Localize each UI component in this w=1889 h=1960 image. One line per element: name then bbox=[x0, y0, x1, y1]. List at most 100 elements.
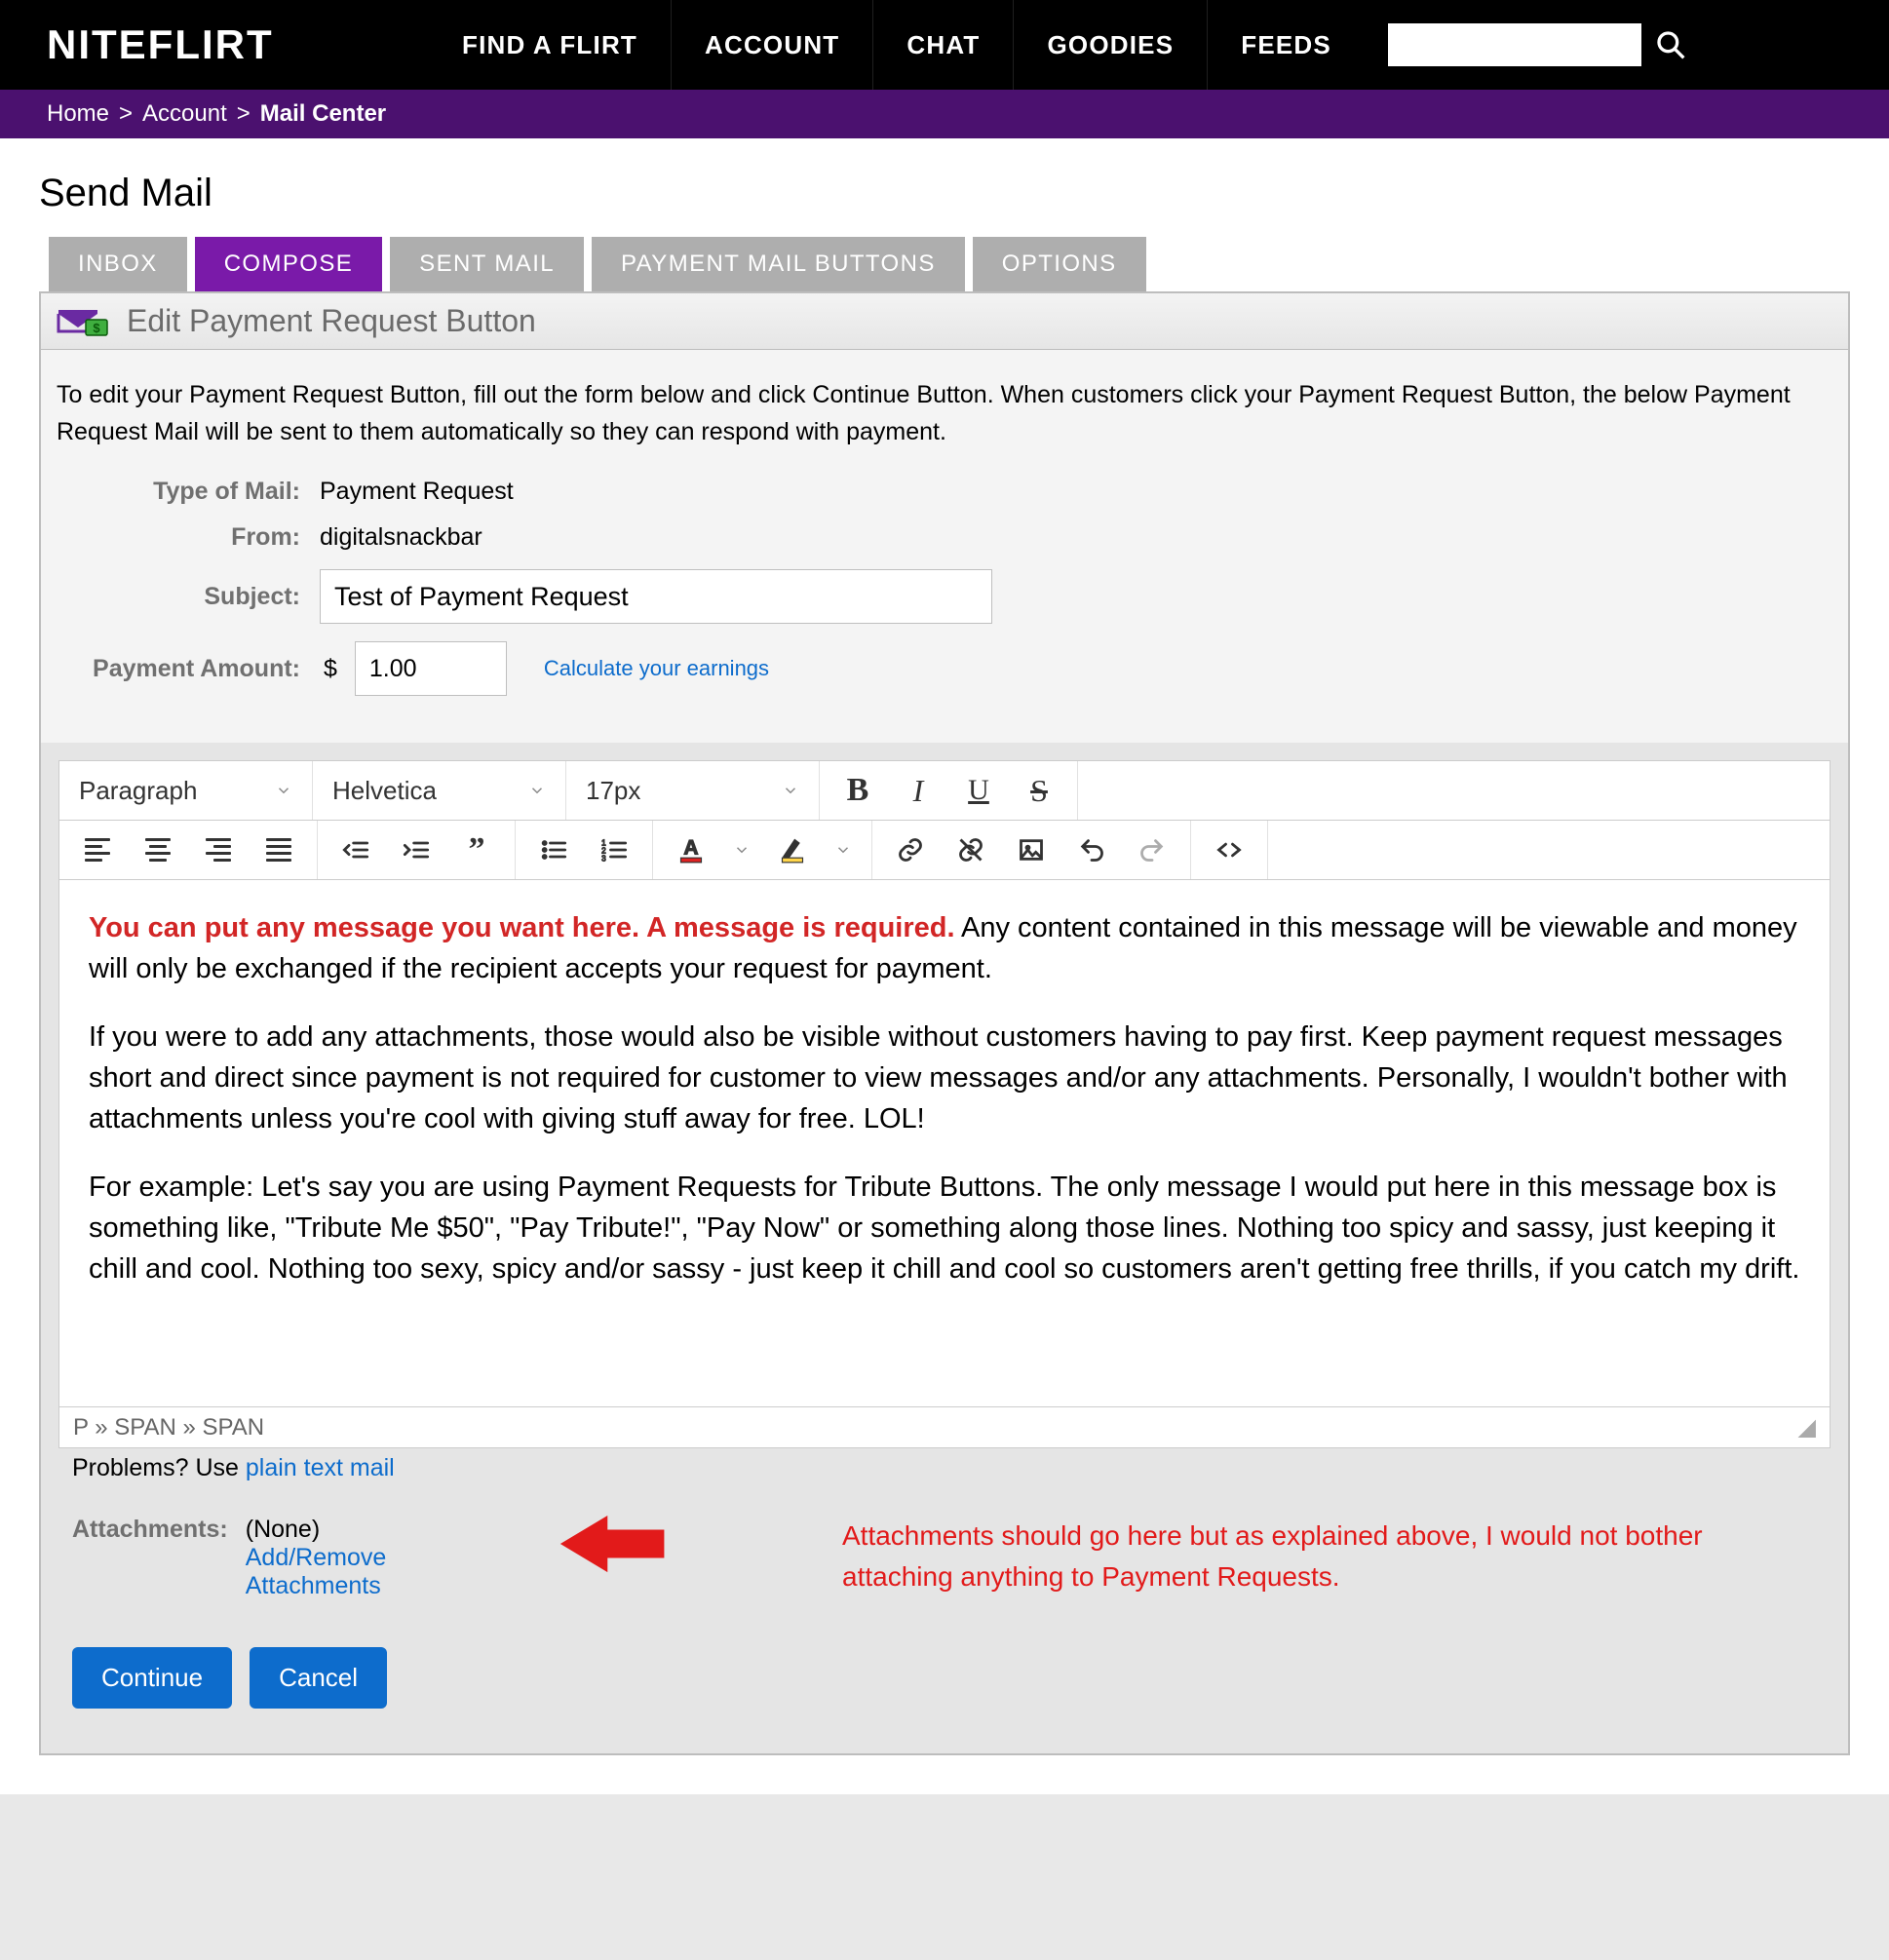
indent-button[interactable] bbox=[398, 831, 435, 868]
label-type: Type of Mail: bbox=[57, 478, 320, 506]
blockquote-button[interactable]: ” bbox=[458, 831, 495, 868]
crumb-sep: > bbox=[237, 100, 251, 128]
toolbar-row-2: ” 123 A bbox=[59, 821, 1830, 880]
row-subject: Subject: bbox=[57, 569, 1832, 624]
indent-group: ” bbox=[318, 821, 516, 879]
main: Send Mail INBOX COMPOSE SENT MAIL PAYMEN… bbox=[0, 138, 1889, 1794]
chevron-down-icon[interactable] bbox=[834, 835, 852, 865]
attachments-label: Attachments: bbox=[72, 1516, 228, 1544]
button-row: Continue Cancel bbox=[72, 1647, 1817, 1709]
form-help: To edit your Payment Request Button, fil… bbox=[57, 377, 1832, 450]
nav-item-goodies[interactable]: GOODIES bbox=[1013, 0, 1207, 90]
row-type: Type of Mail: Payment Request bbox=[57, 478, 1832, 506]
nav-items: FIND A FLIRT ACCOUNT CHAT GOODIES FEEDS bbox=[429, 0, 1365, 90]
insert-group bbox=[872, 821, 1191, 879]
breadcrumb: Home > Account > Mail Center bbox=[0, 90, 1889, 138]
subject-input[interactable] bbox=[320, 569, 992, 624]
label-subject: Subject: bbox=[57, 583, 320, 611]
color-group: A bbox=[653, 821, 872, 879]
align-group bbox=[59, 821, 318, 879]
editor-wrap: Paragraph Helvetica 17px B bbox=[41, 743, 1848, 1753]
nav-item-chat[interactable]: CHAT bbox=[872, 0, 1013, 90]
editor-path-bar: P » SPAN » SPAN ◢ bbox=[59, 1406, 1830, 1447]
editor-path: P » SPAN » SPAN bbox=[73, 1414, 264, 1441]
chevron-down-icon[interactable] bbox=[733, 835, 751, 865]
text-style-group: B I U S bbox=[820, 761, 1078, 820]
crumb-home[interactable]: Home bbox=[47, 100, 109, 128]
toolbar-row-1: Paragraph Helvetica 17px B bbox=[59, 761, 1830, 821]
tab-options[interactable]: OPTIONS bbox=[973, 237, 1146, 291]
search-box bbox=[1388, 0, 1700, 90]
search-icon[interactable] bbox=[1641, 0, 1700, 90]
problems-line: Problems? Use plain text mail bbox=[72, 1448, 1817, 1482]
font-select[interactable]: Helvetica bbox=[313, 761, 566, 820]
nav-item-feeds[interactable]: FEEDS bbox=[1207, 0, 1365, 90]
undo-button[interactable] bbox=[1073, 831, 1110, 868]
bullet-list-button[interactable] bbox=[535, 831, 572, 868]
mail-dollar-icon: $ bbox=[57, 306, 109, 337]
strike-button[interactable]: S bbox=[1021, 772, 1058, 809]
text-color-button[interactable]: A bbox=[673, 831, 710, 868]
tab-payment-buttons[interactable]: PAYMENT MAIL BUTTONS bbox=[592, 237, 965, 291]
image-button[interactable] bbox=[1013, 831, 1050, 868]
underline-button[interactable]: U bbox=[960, 772, 997, 809]
format-select[interactable]: Paragraph bbox=[59, 761, 313, 820]
align-justify-button[interactable] bbox=[260, 831, 297, 868]
resize-handle-icon[interactable]: ◢ bbox=[1798, 1413, 1816, 1441]
logo[interactable]: NITEFLIRT bbox=[0, 21, 429, 68]
logo-text: NITEFLIRT bbox=[47, 21, 274, 68]
svg-text:3: 3 bbox=[601, 855, 606, 864]
tab-compose[interactable]: COMPOSE bbox=[195, 237, 382, 291]
link-button[interactable] bbox=[892, 831, 929, 868]
svg-text:$: $ bbox=[93, 321, 100, 335]
problems-prefix: Problems? Use bbox=[72, 1454, 246, 1481]
align-left-button[interactable] bbox=[79, 831, 116, 868]
continue-button[interactable]: Continue bbox=[72, 1647, 232, 1709]
fontsize-select-value: 17px bbox=[586, 776, 640, 806]
chevron-down-icon bbox=[528, 776, 546, 806]
outdent-button[interactable] bbox=[337, 831, 374, 868]
cancel-button[interactable]: Cancel bbox=[250, 1647, 387, 1709]
annotation-arrow-icon bbox=[556, 1510, 669, 1578]
nav-item-account[interactable]: ACCOUNT bbox=[671, 0, 872, 90]
below-editor: Problems? Use plain text mail Attachment… bbox=[58, 1448, 1831, 1736]
editor-body[interactable]: You can put any message you want here. A… bbox=[59, 880, 1830, 1406]
bold-button[interactable]: B bbox=[839, 772, 876, 809]
list-group: 123 bbox=[516, 821, 653, 879]
number-list-button[interactable]: 123 bbox=[596, 831, 633, 868]
panel: $ Edit Payment Request Button To edit yo… bbox=[39, 291, 1850, 1755]
body-p2: If you were to add any attachments, thos… bbox=[89, 1017, 1800, 1139]
nav-item-find-flirt[interactable]: FIND A FLIRT bbox=[429, 0, 671, 90]
highlight-button[interactable] bbox=[774, 831, 811, 868]
code-view-button[interactable] bbox=[1211, 831, 1248, 868]
plain-text-link[interactable]: plain text mail bbox=[246, 1454, 395, 1481]
tab-inbox[interactable]: INBOX bbox=[49, 237, 187, 291]
unlink-button[interactable] bbox=[952, 831, 989, 868]
redo-button[interactable] bbox=[1134, 831, 1171, 868]
italic-button[interactable]: I bbox=[900, 772, 937, 809]
format-select-value: Paragraph bbox=[79, 776, 197, 806]
align-right-button[interactable] bbox=[200, 831, 237, 868]
calc-earnings-link[interactable]: Calculate your earnings bbox=[544, 656, 769, 681]
required-text: You can put any message you want here. A… bbox=[89, 912, 955, 943]
body-p3: For example: Let's say you are using Pay… bbox=[89, 1167, 1800, 1289]
form-area: To edit your Payment Request Button, fil… bbox=[41, 350, 1848, 743]
currency-symbol: $ bbox=[320, 655, 341, 683]
search-input[interactable] bbox=[1388, 23, 1641, 66]
crumb-account[interactable]: Account bbox=[142, 100, 227, 128]
chevron-down-icon bbox=[275, 776, 292, 806]
page-title: Send Mail bbox=[39, 172, 1850, 215]
attachments-row: Attachments: (None) Add/Remove Attachmen… bbox=[72, 1516, 1817, 1600]
code-group bbox=[1191, 821, 1268, 879]
chevron-down-icon bbox=[782, 776, 799, 806]
value-from: digitalsnackbar bbox=[320, 523, 482, 552]
top-nav: NITEFLIRT FIND A FLIRT ACCOUNT CHAT GOOD… bbox=[0, 0, 1889, 90]
amount-input[interactable] bbox=[355, 641, 507, 696]
editor: Paragraph Helvetica 17px B bbox=[58, 760, 1831, 1448]
tab-sent[interactable]: SENT MAIL bbox=[390, 237, 584, 291]
align-center-button[interactable] bbox=[139, 831, 176, 868]
value-type: Payment Request bbox=[320, 478, 514, 506]
fontsize-select[interactable]: 17px bbox=[566, 761, 820, 820]
add-remove-attachments-link[interactable]: Add/Remove Attachments bbox=[246, 1544, 519, 1600]
crumb-sep: > bbox=[119, 100, 133, 128]
